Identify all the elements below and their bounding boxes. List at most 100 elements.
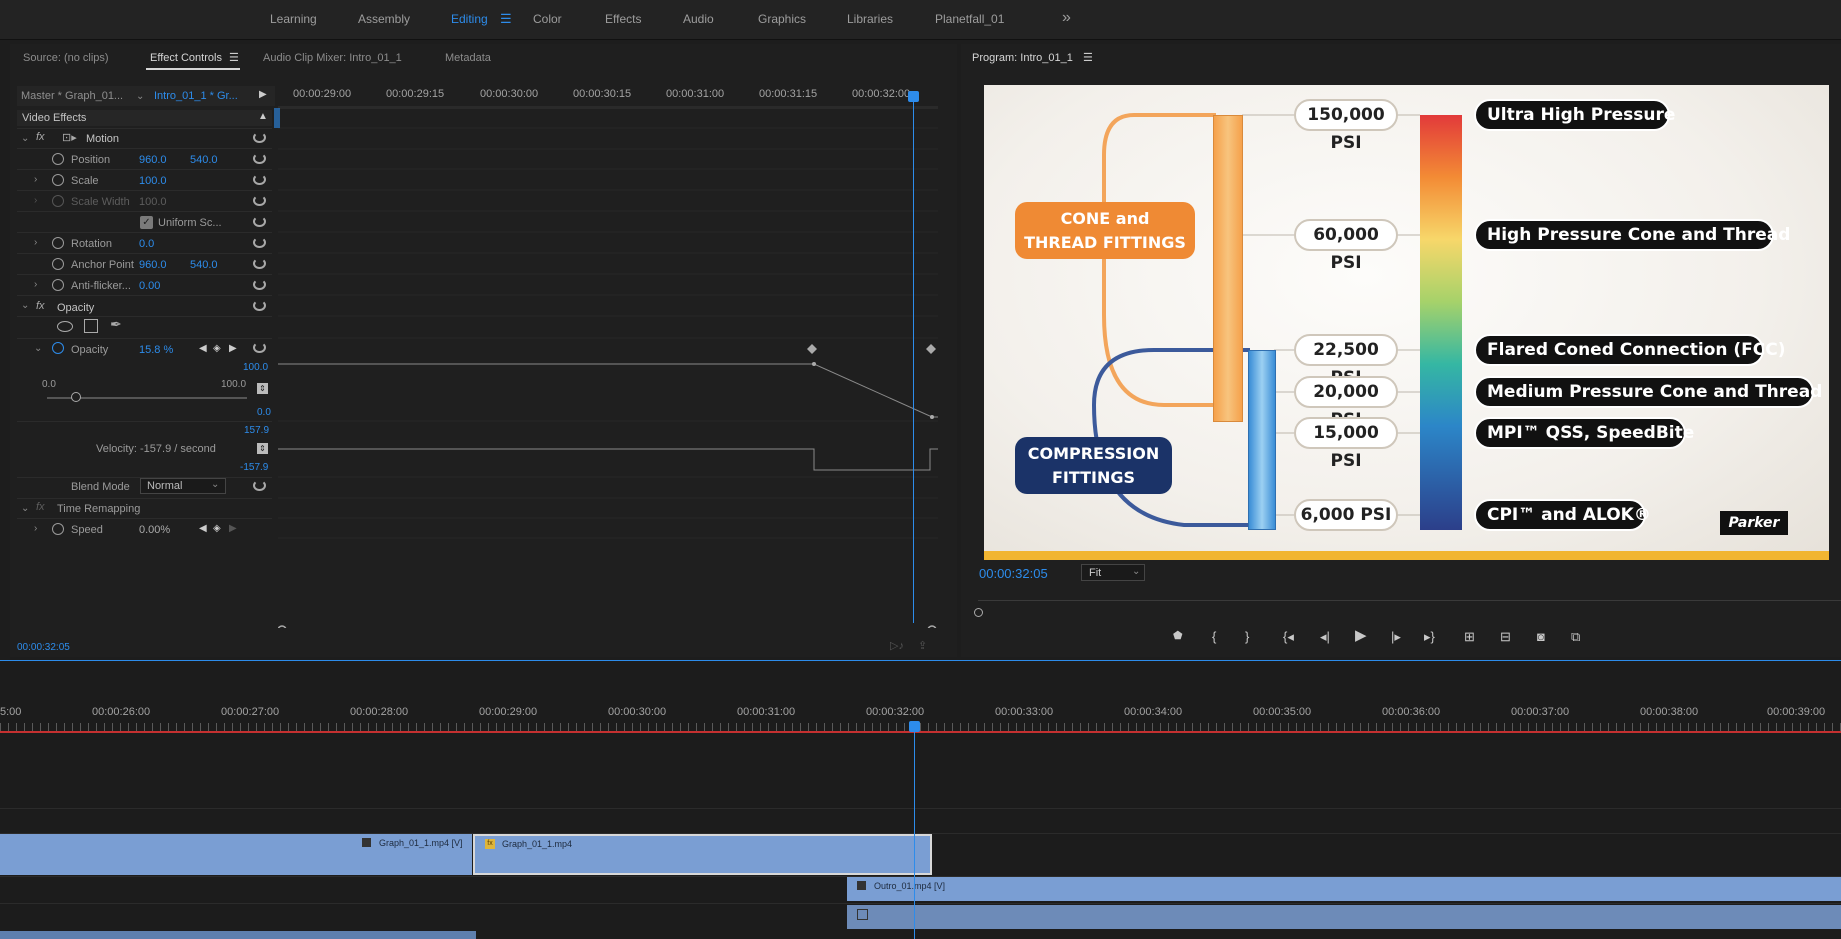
stopwatch-icon[interactable] <box>52 237 64 249</box>
expand-time-remap-icon[interactable]: ⌄ <box>21 503 29 514</box>
program-scrub-bar[interactable] <box>978 600 1841 601</box>
graph-toggle-icon[interactable]: ⇕ <box>257 383 268 394</box>
add-keyframe-icon[interactable]: ◈ <box>213 523 221 534</box>
expand-motion-icon[interactable]: ⌄ <box>21 133 29 144</box>
tab-effect-controls[interactable]: Effect Controls <box>150 52 222 64</box>
workspace-tab-audio[interactable]: Audio <box>683 12 714 26</box>
rotation-value[interactable]: 0.0 <box>139 238 154 250</box>
play-icon[interactable]: ▶ <box>1355 626 1367 644</box>
stopwatch-icon[interactable] <box>52 258 64 270</box>
tab-audio-clip-mixer[interactable]: Audio Clip Mixer: Intro_01_1 <box>263 52 402 64</box>
go-to-in-icon[interactable]: {◂ <box>1283 629 1294 645</box>
master-clip-label[interactable]: Master * Graph_01... <box>21 90 123 102</box>
step-back-icon[interactable]: ◂| <box>1320 629 1330 645</box>
ec-playhead[interactable] <box>913 93 914 623</box>
velocity-graph-toggle-icon[interactable]: ⇕ <box>257 443 268 454</box>
expand-rotation-icon[interactable]: › <box>34 237 37 248</box>
reset-icon[interactable] <box>253 480 266 491</box>
zoom-select[interactable]: Fit ⌄ <box>1081 564 1145 581</box>
opacity-value[interactable]: 15.8 % <box>139 344 173 356</box>
timeline-playhead-handle[interactable] <box>909 721 920 732</box>
stopwatch-icon[interactable] <box>52 523 64 535</box>
ec-playhead-handle[interactable] <box>908 91 919 102</box>
panel-menu-icon[interactable]: ☰ <box>1083 51 1093 64</box>
workspace-tab-color[interactable]: Color <box>533 12 562 26</box>
stopwatch-icon[interactable] <box>52 279 64 291</box>
timeline-audio-clip[interactable] <box>0 931 476 939</box>
program-timecode[interactable]: 00:00:32:05 <box>979 566 1048 581</box>
prev-keyframe-icon[interactable]: ◀ <box>199 343 207 354</box>
reset-icon[interactable] <box>253 216 266 227</box>
next-keyframe-icon[interactable]: ▶ <box>229 343 237 354</box>
timeline-clip[interactable]: Outro_01.mp4 [V] <box>847 877 1841 901</box>
ellipse-mask-icon[interactable] <box>57 321 73 332</box>
tab-metadata[interactable]: Metadata <box>445 52 491 64</box>
reset-icon[interactable] <box>253 258 266 269</box>
workspace-tab-planetfall[interactable]: Planetfall_01 <box>935 12 1004 26</box>
insert-icon[interactable]: ⊞ <box>1464 629 1475 645</box>
program-monitor-title[interactable]: Program: Intro_01_1 <box>972 52 1073 64</box>
add-keyframe-icon[interactable]: ◈ <box>213 343 221 354</box>
timeline-clip-selected[interactable]: fx Graph_01_1.mp4 <box>473 834 932 875</box>
reset-icon[interactable] <box>253 279 266 290</box>
workspace-tab-assembly[interactable]: Assembly <box>358 12 410 26</box>
export-icon[interactable]: ⇪ <box>918 639 927 652</box>
ec-keyframe-graph[interactable] <box>278 108 938 628</box>
mark-in-icon[interactable]: { <box>1212 629 1216 644</box>
scale-value[interactable]: 100.0 <box>139 175 167 187</box>
transform-icon[interactable]: ⊡▸ <box>62 131 77 144</box>
overwrite-icon[interactable]: ⊟ <box>1500 629 1511 645</box>
stopwatch-icon[interactable] <box>52 174 64 186</box>
expand-opacity-icon[interactable]: ⌄ <box>21 300 29 311</box>
workspace-tab-effects[interactable]: Effects <box>605 12 641 26</box>
workspace-tab-learning[interactable]: Learning <box>270 12 317 26</box>
zoom-scroll-handle[interactable] <box>974 608 983 617</box>
filter-icon[interactable]: ▷♪ <box>890 639 904 652</box>
expand-speed-icon[interactable]: › <box>34 523 37 534</box>
rectangle-mask-icon[interactable] <box>84 319 98 333</box>
anti-flicker-value[interactable]: 0.00 <box>139 280 160 292</box>
workspace-tab-graphics[interactable]: Graphics <box>758 12 806 26</box>
expand-antiflicker-icon[interactable]: › <box>34 279 37 290</box>
blend-mode-select[interactable]: Normal ⌄ <box>140 478 226 494</box>
expand-scale-icon[interactable]: › <box>34 174 37 185</box>
ec-ruler[interactable]: 00:00:29:00 00:00:29:15 00:00:30:00 00:0… <box>278 86 938 106</box>
fx-icon[interactable]: fx <box>36 131 45 143</box>
button-editor-icon[interactable]: ⧉ <box>1571 629 1580 645</box>
collapse-up-icon[interactable]: ▲ <box>258 111 268 122</box>
timeline-audio-clip[interactable] <box>847 905 1841 929</box>
speed-value[interactable]: 0.00% <box>139 524 170 536</box>
reset-icon[interactable] <box>253 195 266 206</box>
opacity-slider-handle[interactable] <box>71 392 81 402</box>
workspace-tab-editing[interactable]: Editing <box>451 12 488 26</box>
stopwatch-icon[interactable] <box>52 153 64 165</box>
reset-icon[interactable] <box>253 342 266 353</box>
step-forward-icon[interactable]: |▸ <box>1391 629 1401 645</box>
mark-out-icon[interactable]: } <box>1245 629 1249 644</box>
reset-icon[interactable] <box>253 132 266 143</box>
go-to-out-icon[interactable]: ▸} <box>1424 629 1435 645</box>
workspace-menu-icon[interactable]: ☰ <box>500 11 512 27</box>
reset-icon[interactable] <box>253 300 266 311</box>
chevron-down-icon[interactable]: ⌄ <box>136 91 144 102</box>
workspace-tab-libraries[interactable]: Libraries <box>847 12 893 26</box>
play-only-icon[interactable]: ▶ <box>259 89 267 100</box>
sequence-clip-label[interactable]: Intro_01_1 * Gr... <box>154 90 238 102</box>
reset-icon[interactable] <box>253 174 266 185</box>
prev-keyframe-icon[interactable]: ◀ <box>199 523 207 534</box>
anchor-x-value[interactable]: 960.0 <box>139 259 167 271</box>
expand-opacity-icon[interactable]: ⌄ <box>34 343 42 354</box>
tab-source[interactable]: Source: (no clips) <box>23 52 109 64</box>
reset-icon[interactable] <box>253 237 266 248</box>
ec-timecode[interactable]: 00:00:32:05 <box>17 642 70 653</box>
export-frame-icon[interactable]: ◙ <box>1537 629 1545 644</box>
ec-scroll-marker[interactable] <box>274 108 280 128</box>
position-x-value[interactable]: 960.0 <box>139 154 167 166</box>
panel-menu-icon[interactable]: ☰ <box>229 51 239 64</box>
timeline-clip[interactable]: Graph_01_1.mp4 [V] <box>0 834 472 875</box>
position-y-value[interactable]: 540.0 <box>190 154 218 166</box>
timeline-playhead[interactable] <box>914 724 915 939</box>
anchor-y-value[interactable]: 540.0 <box>190 259 218 271</box>
reset-icon[interactable] <box>253 153 266 164</box>
marker-icon[interactable]: ⬟ <box>1173 629 1183 642</box>
